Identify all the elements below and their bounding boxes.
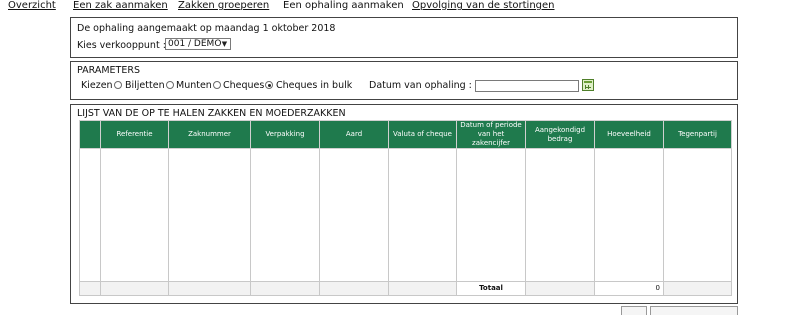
table-footer-row: Totaal 0	[79, 281, 732, 296]
radio-cheques-label: Cheques	[223, 80, 265, 91]
datum-ophaling-label: Datum van ophaling :	[369, 80, 472, 91]
radio-biljetten[interactable]	[114, 81, 122, 89]
verkooppunt-value: 001 / DEMO	[168, 39, 222, 49]
col-aard-header[interactable]: Aard	[319, 120, 389, 149]
bag-list-panel: LIJST VAN DE OP TE HALEN ZAKKEN EN MOEDE…	[70, 104, 738, 304]
col-datum-periode-header[interactable]: Datum of periode van het zakencijfer	[456, 120, 526, 149]
datum-ophaling-input[interactable]	[475, 80, 579, 92]
kiezen-label: Kiezen	[81, 80, 113, 91]
creation-panel: De ophaling aangemaakt op maandag 1 okto…	[70, 17, 738, 58]
total-value: 0	[594, 281, 664, 296]
bottom-button-1[interactable]	[621, 306, 647, 315]
top-navigation: Overzicht Een zak aanmaken Zakken groepe…	[0, 0, 800, 14]
radio-cheques-in-bulk[interactable]	[265, 81, 273, 89]
bottom-button-2[interactable]	[650, 306, 738, 315]
col-zaknummer-header[interactable]: Zaknummer	[168, 120, 251, 149]
list-title: LIJST VAN DE OP TE HALEN ZAKKEN EN MOEDE…	[77, 108, 346, 119]
col-referentie-header[interactable]: Referentie	[100, 120, 169, 149]
table-body-empty	[79, 148, 732, 282]
radio-munten[interactable]	[166, 81, 174, 89]
nav-opvolging-stortingen[interactable]: Opvolging van de stortingen	[412, 0, 555, 12]
col-select-header	[79, 120, 101, 149]
parameters-panel: PARAMETERS Kiezen Biljetten Munten Chequ…	[70, 61, 738, 100]
col-verpakking-header[interactable]: Verpakking	[250, 120, 320, 149]
total-label: Totaal	[456, 281, 526, 296]
radio-cheques-in-bulk-label: Cheques in bulk	[276, 80, 353, 91]
chevron-down-icon: ▼	[221, 40, 228, 48]
col-bedrag-header[interactable]: Aangekondigd bedrag	[525, 120, 595, 149]
radio-munten-label: Munten	[176, 80, 212, 91]
nav-zak-aanmaken[interactable]: Een zak aanmaken	[73, 0, 168, 12]
creation-date-text: De ophaling aangemaakt op maandag 1 okto…	[77, 23, 336, 34]
calendar-icon[interactable]	[582, 79, 594, 91]
nav-overzicht[interactable]: Overzicht	[8, 0, 56, 12]
col-valuta-header[interactable]: Valuta of cheque	[388, 120, 457, 149]
verkooppunt-label: Kies verkooppunt :	[77, 40, 166, 51]
nav-zakken-groeperen[interactable]: Zakken groeperen	[178, 0, 269, 12]
radio-cheques[interactable]	[213, 81, 221, 89]
col-hoeveelheid-header[interactable]: Hoeveelheid	[594, 120, 664, 149]
nav-ophaling-aanmaken[interactable]: Een ophaling aanmaken	[283, 0, 404, 12]
table-header-row: Referentie Zaknummer Verpakking Aard Val…	[79, 120, 732, 149]
verkooppunt-select[interactable]: 001 / DEMO ▼	[165, 38, 231, 50]
bag-list-table: Referentie Zaknummer Verpakking Aard Val…	[79, 120, 732, 296]
col-tegenpartij-header[interactable]: Tegenpartij	[663, 120, 732, 149]
parameters-title: PARAMETERS	[77, 65, 140, 76]
radio-biljetten-label: Biljetten	[125, 80, 165, 91]
